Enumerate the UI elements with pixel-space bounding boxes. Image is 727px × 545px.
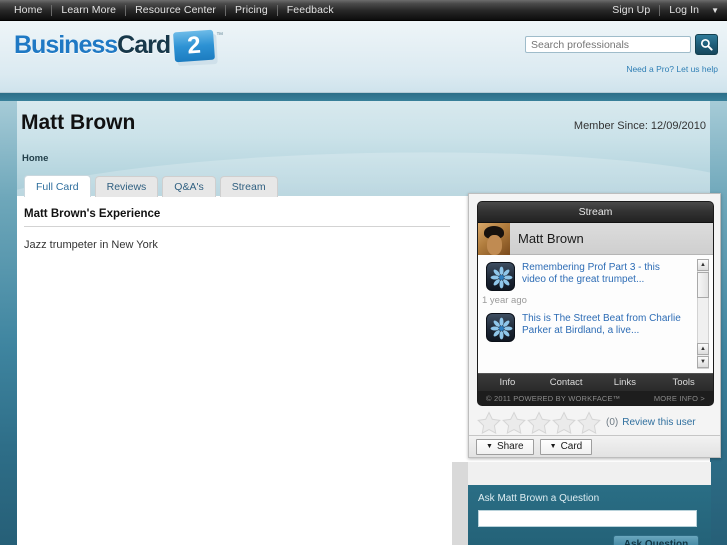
ask-question-input[interactable] [478,510,697,527]
stream-list-item[interactable]: This is The Street Beat from Charlie Par… [478,306,713,342]
logo-text: BusinessCard [14,30,171,60]
trademark-symbol: ™ [216,32,224,39]
top-navigation-bar: Home Learn More Resource Center Pricing … [0,0,727,21]
nav-link-learn-more[interactable]: Learn More [52,0,125,20]
logo-text-card: Card [117,31,171,59]
stream-widget-footer: © 2011 POWERED BY WORKFACE™ MORE INFO > [478,391,713,405]
stream-item-text[interactable]: This is The Street Beat from Charlie Par… [522,313,684,342]
widget-nav-links[interactable]: Links [596,377,655,388]
chevron-down-icon[interactable]: ▼ [711,6,719,15]
widget-action-bar: ▼ Share ▼ Card [469,435,720,457]
stream-scrollbar[interactable]: ▲ ▲ ▼ [697,259,709,369]
top-nav-right-links: Sign Up Log In ▼ [603,0,727,20]
nav-link-resource-center[interactable]: Resource Center [126,0,225,20]
star-icon[interactable] [552,410,576,434]
profile-tab-bar: Full Card Reviews Q&A's Stream [24,175,278,197]
star-icon[interactable] [502,410,526,434]
more-info-link[interactable]: MORE INFO > [654,394,705,403]
stream-widget-inner: Stream Matt Brown Remembering Prof Part … [477,201,714,406]
flower-icon [486,313,515,342]
share-button-label: Share [496,441,524,452]
flower-icon [486,262,515,291]
stream-widget-nav: Info Contact Links Tools [478,373,713,391]
need-a-pro-link[interactable]: Need a Pro? Let us help [626,64,718,74]
logo-text-business: Business [14,31,118,59]
tab-qandas[interactable]: Q&A's [162,176,216,197]
ask-question-box: Ask Matt Brown a Question Ask Question [468,485,711,545]
breadcrumb[interactable]: Home [22,153,48,164]
tab-full-card[interactable]: Full Card [24,175,91,197]
ask-section-left-gutter [452,462,468,545]
ask-question-button[interactable]: Ask Question [613,535,699,545]
star-icon[interactable] [577,410,601,434]
stream-widget-title: Stream [478,202,713,223]
nav-link-sign-up[interactable]: Sign Up [603,0,659,20]
logo-badge: 2 [173,29,218,67]
powered-by-label: © 2011 POWERED BY WORKFACE™ [486,394,621,403]
nav-link-pricing[interactable]: Pricing [226,0,277,20]
site-header: BusinessCard 2 ™ Need a Pro? Let us help [0,21,727,93]
ask-question-label: Ask Matt Brown a Question [478,493,600,504]
stream-item-list: Remembering Prof Part 3 - this video of … [478,255,713,373]
left-edge-strip [0,101,17,545]
stream-widget-user-row: Matt Brown [478,222,713,255]
stream-widget: Stream Matt Brown Remembering Prof Part … [468,193,721,458]
ask-section-background [452,462,711,485]
page-title: Matt Brown [21,111,136,134]
review-this-user-link[interactable]: Review this user [622,417,695,428]
top-nav-left-links: Home Learn More Resource Center Pricing … [0,0,343,20]
logo-number-two: 2 [173,29,216,63]
share-button[interactable]: ▼ Share [476,438,534,455]
card-button[interactable]: ▼ Card [539,438,593,455]
widget-nav-info[interactable]: Info [478,377,537,388]
nav-link-home[interactable]: Home [5,0,51,20]
chevron-down-icon: ▼ [486,443,493,450]
rating-row: (0) Review this user [477,408,714,436]
experience-section-body: Jazz trumpeter in New York [24,239,158,251]
site-logo[interactable]: BusinessCard 2 ™ [14,29,224,67]
scroll-up-button[interactable]: ▲ [697,259,709,271]
avatar [478,222,510,255]
search-icon [700,38,713,51]
card-button-label: Card [560,441,583,452]
widget-nav-tools[interactable]: Tools [654,377,713,388]
member-since-label: Member Since: 12/09/2010 [573,120,706,132]
nav-link-feedback[interactable]: Feedback [278,0,343,20]
stream-list-item[interactable]: Remembering Prof Part 3 - this video of … [478,255,713,291]
star-icon[interactable] [477,410,501,434]
widget-nav-contact[interactable]: Contact [537,377,596,388]
stream-widget-user-name: Matt Brown [518,231,584,246]
rating-count: (0) [606,416,619,428]
tab-stream[interactable]: Stream [219,176,278,197]
tab-reviews[interactable]: Reviews [94,176,159,197]
stream-item-text[interactable]: Remembering Prof Part 3 - this video of … [522,262,684,291]
experience-section-title: Matt Brown's Experience [24,208,450,227]
stream-item-timestamp: 1 year ago [482,295,527,306]
scroll-up-button-lower[interactable]: ▲ [697,343,709,355]
teal-divider-bar [0,93,727,101]
chevron-down-icon: ▼ [549,443,557,450]
search-input[interactable] [525,36,691,53]
main-content: Matt Brown's Experience Jazz trumpeter i… [24,208,450,251]
nav-link-log-in[interactable]: Log In [660,0,708,20]
search-button[interactable] [695,34,718,55]
scrollbar-thumb[interactable] [697,272,709,298]
scroll-down-button[interactable]: ▼ [697,356,709,368]
star-icon[interactable] [527,410,551,434]
page-root: Home Learn More Resource Center Pricing … [0,0,727,545]
